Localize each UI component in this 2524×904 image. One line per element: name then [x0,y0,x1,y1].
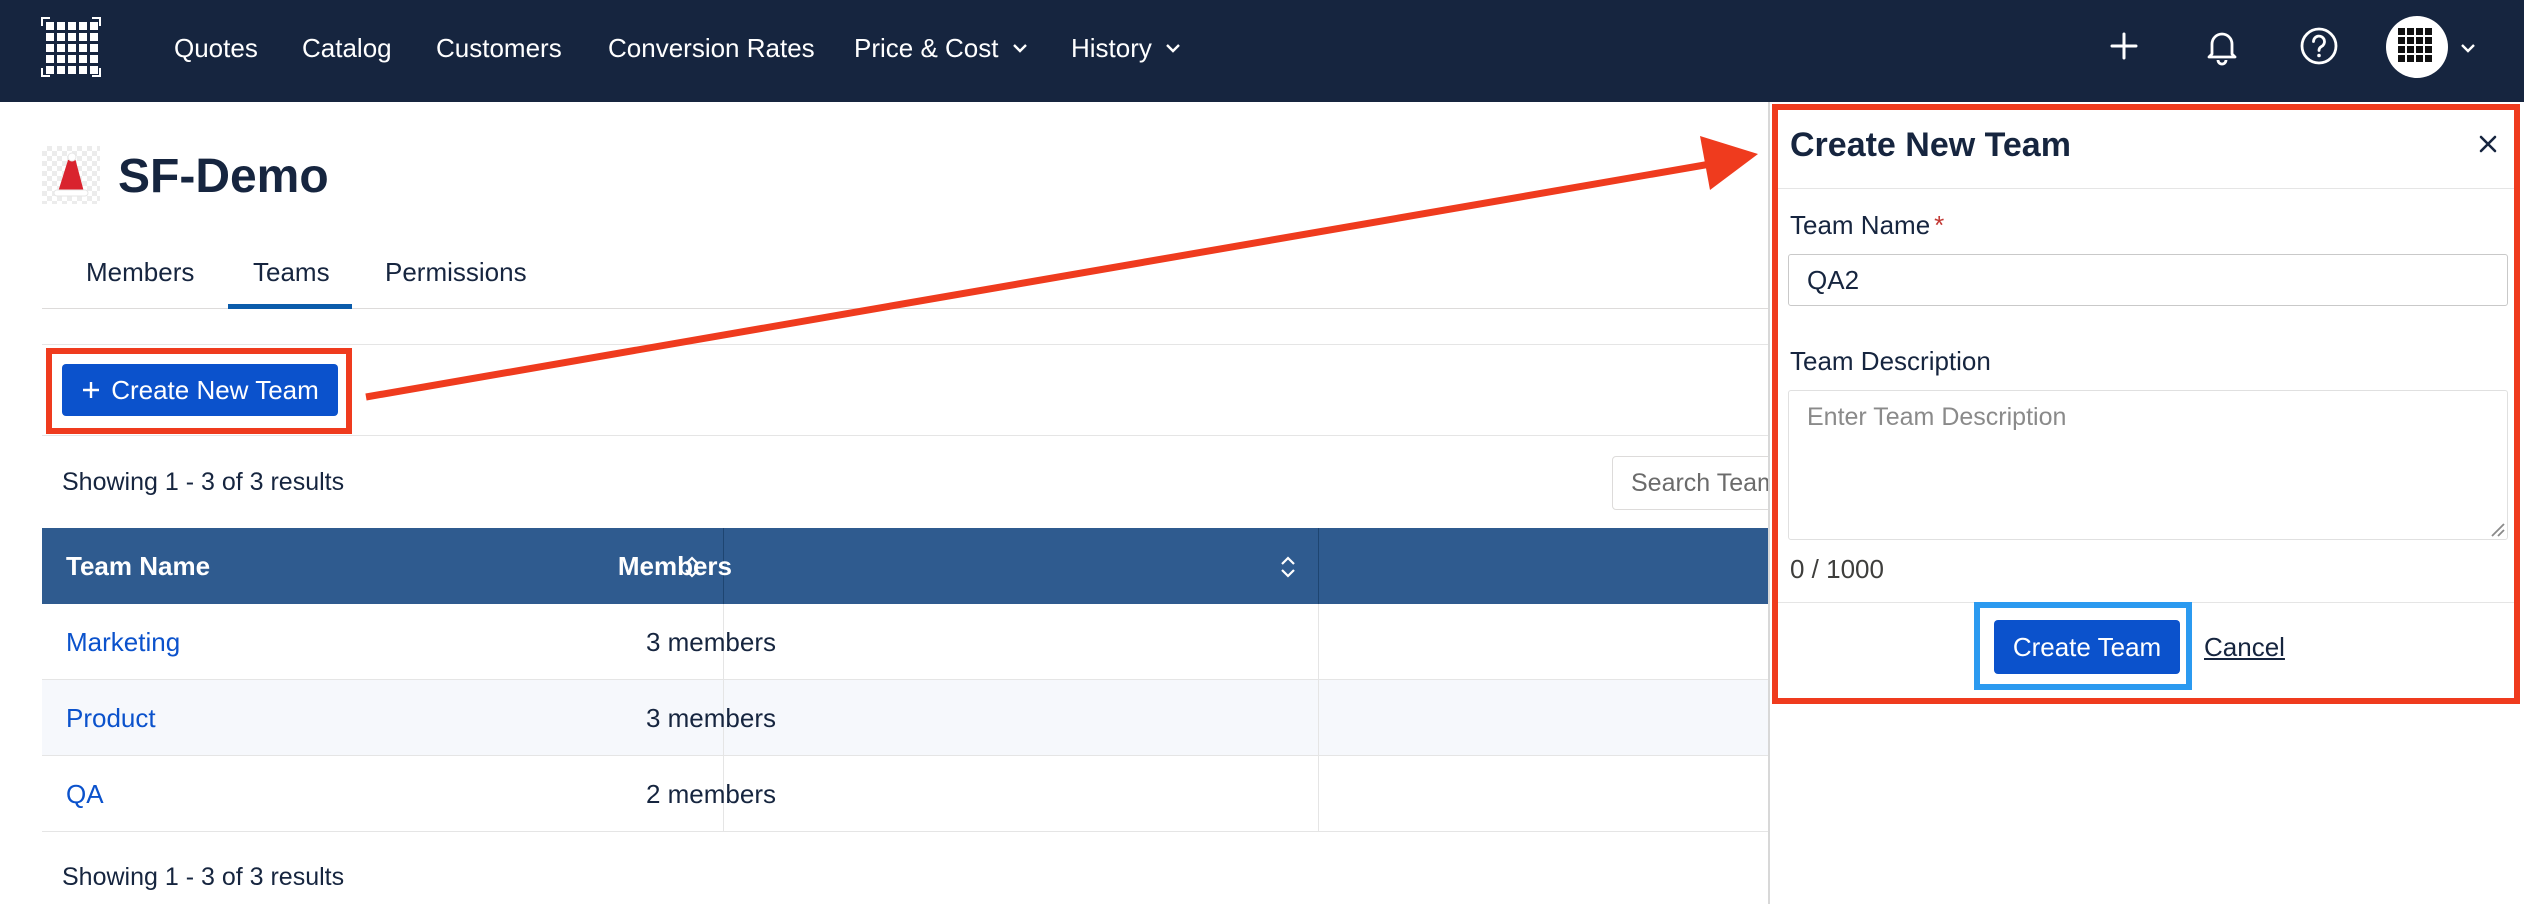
chevron-down-icon [1012,44,1027,53]
column-header-members[interactable]: Members [618,528,732,604]
nav-history[interactable]: History [1071,28,1182,68]
nav-price-cost-label: Price & Cost [854,33,999,63]
team-link-qa[interactable]: QA [66,756,104,832]
tab-members[interactable]: Members [86,254,194,308]
table-row: Marketing 3 members [42,604,1772,680]
nav-conversion-rates-label: Conversion Rates [608,33,815,63]
page-title: SF-Demo [118,150,329,203]
nav-catalog[interactable]: Catalog [302,28,392,68]
nav-history-label: History [1071,33,1152,63]
app-grid-icon[interactable] [40,16,102,78]
active-tab-indicator [228,304,352,309]
nav-price-cost[interactable]: Price & Cost [854,28,1029,68]
tab-permissions[interactable]: Permissions [385,254,527,308]
table-row: Product 3 members [42,680,1772,756]
team-link-marketing[interactable]: Marketing [66,604,180,680]
nav-customers[interactable]: Customers [436,28,562,68]
nav-conversion-rates[interactable]: Conversion Rates [608,28,815,68]
nav-quotes[interactable]: Quotes [174,28,258,68]
members-count: 2 members [645,779,776,809]
nav-customers-label: Customers [436,33,562,63]
team-link-product[interactable]: Product [66,680,156,756]
help-icon[interactable] [2295,22,2343,70]
members-count: 3 members [645,627,776,657]
members-count: 3 members [645,703,776,733]
plus-icon[interactable] [2100,22,2148,70]
nav-catalog-label: Catalog [302,33,392,63]
top-navigation-bar: Quotes Catalog Customers Conversion Rate… [0,0,2524,102]
avatar-grid-icon [2398,28,2432,62]
column-divider [1318,528,1319,604]
chevron-down-icon [1166,44,1180,53]
annotation-highlight-create-button [46,348,352,434]
results-count-bottom: Showing 1 - 3 of 3 results [62,863,345,891]
results-count-top: Showing 1 - 3 of 3 results [62,468,345,496]
column-header-team-name[interactable]: Team Name [66,528,210,604]
santa-hat-logo [53,152,89,197]
table-row: QA 2 members [42,756,1772,832]
annotation-highlight-panel [1772,104,2520,704]
bell-icon[interactable] [2198,22,2246,70]
org-logo [42,146,100,204]
cell-divider [1318,756,1319,832]
nav-quotes-label: Quotes [174,33,258,63]
search-teams-input[interactable]: Search Teams [1612,456,1782,510]
cell-divider [1318,680,1319,756]
tab-teams[interactable]: Teams [253,254,330,308]
avatar[interactable] [2386,16,2448,78]
table-header: Team Name Members [42,528,1772,604]
cell-divider [1318,604,1319,680]
sort-icon[interactable] [1278,554,1298,580]
chevron-down-icon[interactable] [2458,38,2478,58]
